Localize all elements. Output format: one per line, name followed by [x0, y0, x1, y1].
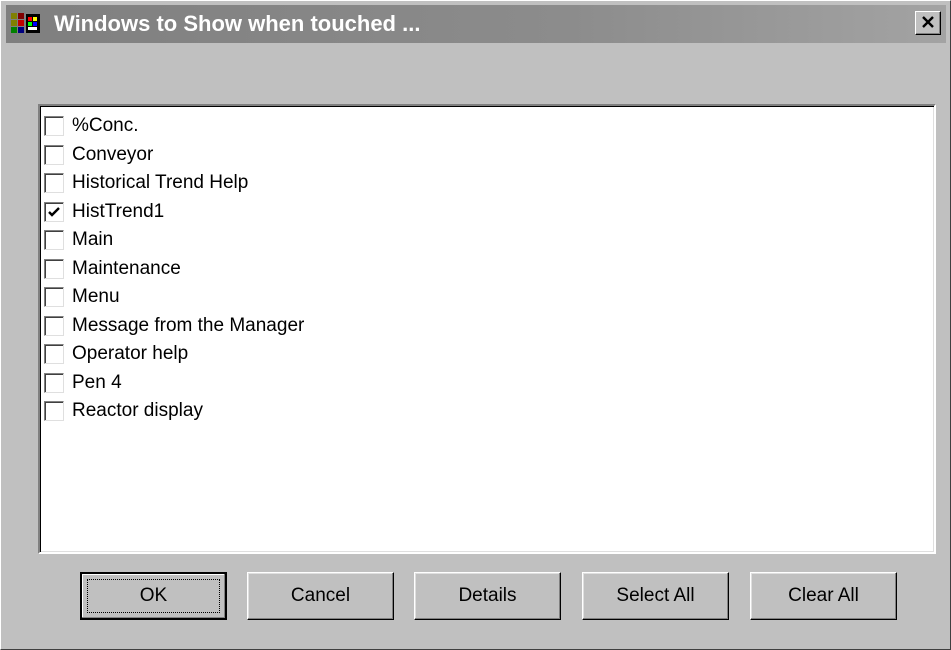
item-label: Maintenance — [72, 257, 181, 279]
list-item[interactable]: Reactor display — [44, 397, 934, 426]
details-button-label: Details — [458, 585, 517, 606]
app-window-icon — [11, 13, 41, 35]
item-checkbox[interactable] — [44, 287, 64, 308]
list-item[interactable]: Main — [44, 226, 934, 255]
item-checkbox[interactable] — [44, 258, 64, 279]
window-title: Windows to Show when touched ... — [54, 11, 421, 36]
ok-button[interactable]: OK — [80, 572, 227, 620]
clear-all-button[interactable]: Clear All — [750, 572, 897, 620]
item-checkbox[interactable] — [44, 315, 64, 336]
list-item[interactable]: Operator help — [44, 340, 934, 369]
close-button[interactable] — [915, 11, 941, 35]
item-checkbox[interactable] — [44, 344, 64, 365]
item-label: Main — [72, 229, 114, 251]
list-item[interactable]: Historical Trend Help — [44, 169, 934, 198]
list-item[interactable]: Maintenance — [44, 255, 934, 284]
windows-to-show-dialog: Windows to Show when touched ... %Conc. … — [0, 0, 951, 650]
item-checkbox[interactable] — [44, 201, 64, 224]
item-checkbox[interactable] — [44, 173, 64, 194]
title-bar[interactable]: Windows to Show when touched ... — [6, 5, 946, 43]
item-label: Menu — [72, 286, 120, 308]
list-item[interactable]: Conveyor — [44, 141, 934, 170]
button-row: OK Cancel Details Select All Clear All — [80, 572, 900, 620]
close-icon — [916, 15, 940, 29]
item-label: Operator help — [72, 343, 189, 365]
select-all-button[interactable]: Select All — [582, 572, 729, 620]
item-label: Historical Trend Help — [72, 172, 249, 194]
clear-all-button-label: Clear All — [788, 585, 859, 606]
item-label: Reactor display — [72, 400, 203, 422]
list-item[interactable]: Menu — [44, 283, 934, 312]
select-all-button-label: Select All — [616, 585, 695, 606]
item-label: %Conc. — [72, 115, 139, 137]
item-label: Pen 4 — [72, 371, 122, 393]
list-item[interactable]: %Conc. — [44, 112, 934, 141]
details-button[interactable]: Details — [414, 572, 561, 620]
item-checkbox[interactable] — [44, 144, 64, 165]
item-label: Message from the Manager — [72, 314, 305, 336]
item-checkbox[interactable] — [44, 372, 64, 393]
list-item[interactable]: Pen 4 — [44, 369, 934, 398]
cancel-button[interactable]: Cancel — [247, 572, 394, 620]
item-checkbox[interactable] — [44, 230, 64, 251]
list-item[interactable]: HistTrend1 — [44, 198, 934, 227]
item-checkbox[interactable] — [44, 401, 64, 422]
item-label: HistTrend1 — [72, 200, 165, 222]
ok-button-label: OK — [139, 585, 168, 606]
cancel-button-label: Cancel — [290, 585, 351, 606]
list-item[interactable]: Message from the Manager — [44, 312, 934, 341]
item-label: Conveyor — [72, 143, 154, 165]
window-list[interactable]: %Conc. Conveyor Historical Trend Help Hi… — [38, 104, 936, 554]
item-checkbox[interactable] — [44, 116, 64, 137]
checkmark-icon — [47, 205, 61, 224]
